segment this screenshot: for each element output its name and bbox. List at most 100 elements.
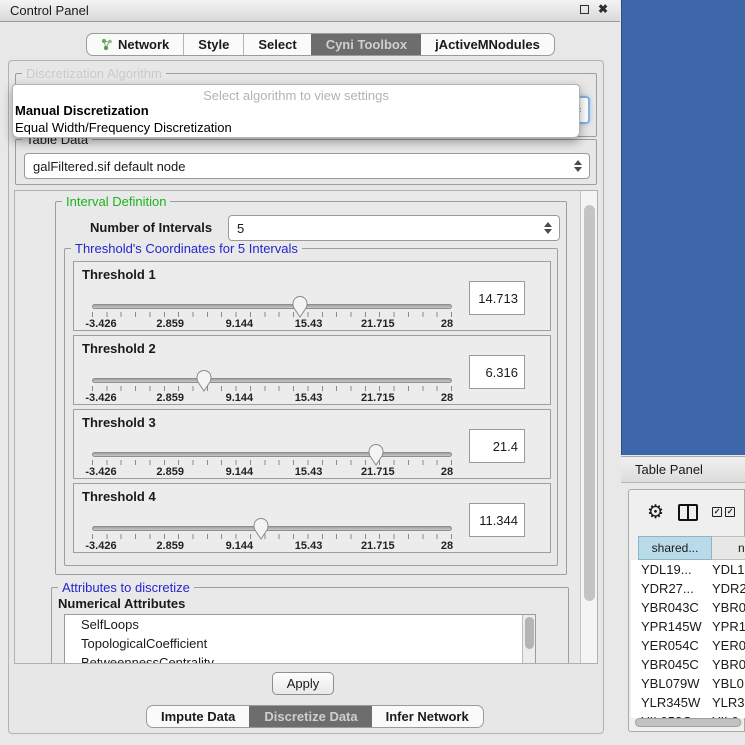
dropdown-hint: Select algorithm to view settings: [13, 85, 579, 102]
slider-tick-labels: -3.4262.8599.14415.4321.71528: [92, 392, 452, 404]
table-cell: YBR0: [712, 655, 745, 674]
threshold-3-value[interactable]: 21.4: [469, 429, 525, 463]
table-row[interactable]: YBL079WYBL0: [631, 674, 745, 693]
dropdown-option-manual[interactable]: Manual Discretization: [13, 102, 579, 119]
tick-label: 2.859: [156, 318, 184, 330]
table-cell: YLR345W: [631, 693, 712, 712]
tick-label: 15.43: [295, 318, 323, 330]
threshold-1-slider[interactable]: [92, 304, 452, 309]
table-row[interactable]: YPR145WYPR1: [631, 617, 745, 636]
table-body: YDL19...YDL1YDR27...YDR2YBR043CYBR0YPR14…: [631, 560, 745, 718]
threshold-2-slider[interactable]: [92, 378, 452, 383]
slider-ticks: [92, 534, 452, 539]
tick-label: 9.144: [226, 540, 254, 552]
table-row[interactable]: YLR345WYLR3: [631, 693, 745, 712]
combo-arrows-icon: [574, 160, 582, 172]
numerical-attributes-list[interactable]: SelfLoopsTopologicalCoefficientBetweenne…: [64, 614, 536, 664]
tick-label: 21.715: [361, 318, 395, 330]
tick-label: 21.715: [361, 466, 395, 478]
tick-label: 9.144: [226, 466, 254, 478]
threshold-1-panel: Threshold 1 -3.4262.8599.14415.4321.7152…: [73, 261, 551, 331]
network-icon: [101, 38, 113, 51]
tab-style[interactable]: Style: [183, 34, 243, 55]
thresholds-group: Threshold's Coordinates for 5 Intervals …: [64, 248, 558, 566]
group-title-thresholds: Threshold's Coordinates for 5 Intervals: [71, 241, 302, 256]
tick-label: 28: [441, 318, 453, 330]
tick-label: 15.43: [295, 392, 323, 404]
control-panel-titlebar: Control Panel ✖: [0, 0, 620, 22]
table-cell: YPR1: [712, 617, 745, 636]
table-horizontal-scrollbar-thumb[interactable]: [635, 718, 741, 727]
num-intervals-label: Number of Intervals: [90, 220, 212, 235]
list-scrollbar-thumb[interactable]: [525, 617, 534, 649]
tab-cyni-toolbox[interactable]: Cyni Toolbox: [311, 34, 421, 55]
table-row[interactable]: YBR043CYBR0: [631, 598, 745, 617]
tab-infer-network-label: Infer Network: [386, 709, 469, 724]
tab-infer-network[interactable]: Infer Network: [372, 706, 483, 727]
tick-label: 15.43: [295, 466, 323, 478]
combo-arrows-icon: [544, 222, 552, 234]
table-row[interactable]: YBR045CYBR0: [631, 655, 745, 674]
panel-title: Control Panel: [10, 3, 89, 18]
apply-button[interactable]: Apply: [272, 672, 334, 695]
checkbox-icon: ✓: [712, 507, 722, 517]
threshold-3-panel: Threshold 3 -3.4262.8599.14415.4321.7152…: [73, 409, 551, 479]
attribute-item[interactable]: SelfLoops: [65, 615, 535, 634]
table-row[interactable]: YDR27...YDR2: [631, 579, 745, 598]
table-horizontal-scrollbar[interactable]: [635, 718, 743, 727]
tick-label: 2.859: [156, 392, 184, 404]
table-cell: YER054C: [631, 636, 712, 655]
table-panel-titlebar: Table Panel: [621, 456, 745, 483]
table-cell: YBR043C: [631, 598, 712, 617]
num-intervals-combobox[interactable]: 5: [228, 215, 560, 241]
checkbox-icon: ✓: [725, 507, 735, 517]
column-header-name[interactable]: na: [712, 536, 745, 560]
tab-discretize-data[interactable]: Discretize Data: [249, 706, 371, 727]
settings-scrollbar-thumb[interactable]: [584, 205, 595, 601]
threshold-3-slider[interactable]: [92, 452, 452, 457]
threshold-4-value[interactable]: 11.344: [469, 503, 525, 537]
slider-ticks: [92, 460, 452, 465]
tab-impute-data-label: Impute Data: [161, 709, 235, 724]
tick-label: 28: [441, 466, 453, 478]
threshold-1-value[interactable]: 14.713: [469, 281, 525, 315]
tab-jactivemnodules[interactable]: jActiveMNodules: [421, 34, 554, 55]
column-header-shared-name[interactable]: shared...: [638, 536, 712, 560]
threshold-1-label: Threshold 1: [82, 267, 156, 282]
group-title-attributes: Attributes to discretize: [58, 580, 194, 595]
table-row[interactable]: YDL19...YDL1: [631, 560, 745, 579]
threshold-4-slider[interactable]: [92, 526, 452, 531]
control-panel-tabs: Network Style Select Cyni Toolbox jActiv…: [86, 33, 555, 56]
tab-network[interactable]: Network: [87, 34, 183, 55]
close-icon[interactable]: ✖: [598, 5, 608, 14]
settings-scrollbar[interactable]: [580, 191, 597, 663]
tab-select-label: Select: [258, 37, 296, 52]
table-panel-window: ⚙ ✓ ✓ shared... na YDL19...YDL1YDR27...Y…: [628, 489, 745, 732]
threshold-2-value[interactable]: 6.316: [469, 355, 525, 389]
tick-label: 21.715: [361, 392, 395, 404]
threshold-4-label: Threshold 4: [82, 489, 156, 504]
dropdown-option-equal-width[interactable]: Equal Width/Frequency Discretization: [13, 119, 579, 136]
select-columns-icon[interactable]: ✓ ✓: [712, 507, 735, 517]
table-cell: YBL0: [712, 674, 745, 693]
table-cell: YDR27...: [631, 579, 712, 598]
tab-network-label: Network: [118, 37, 169, 52]
control-panel: Control Panel ✖ Network Style Select Cyn…: [0, 0, 620, 745]
attribute-item[interactable]: TopologicalCoefficient: [65, 634, 535, 653]
tab-cyni-toolbox-label: Cyni Toolbox: [326, 37, 407, 52]
columns-icon[interactable]: [678, 504, 698, 521]
tab-impute-data[interactable]: Impute Data: [147, 706, 249, 727]
table-data-combobox[interactable]: galFiltered.sif default node: [24, 153, 590, 179]
list-scrollbar[interactable]: [522, 615, 535, 664]
table-row[interactable]: YER054CYER0: [631, 636, 745, 655]
tab-select[interactable]: Select: [243, 34, 310, 55]
threshold-4-panel: Threshold 4 -3.4262.8599.14415.4321.7152…: [73, 483, 551, 553]
tick-label: 15.43: [295, 540, 323, 552]
attribute-item[interactable]: BetweennessCentrality: [65, 653, 535, 664]
table-cell: YLR3: [712, 693, 745, 712]
threshold-2-label: Threshold 2: [82, 341, 156, 356]
table-cell: YER0: [712, 636, 745, 655]
gear-icon[interactable]: ⚙: [647, 503, 664, 522]
float-window-icon[interactable]: [580, 5, 589, 14]
group-title-interval-definition: Interval Definition: [62, 194, 170, 209]
